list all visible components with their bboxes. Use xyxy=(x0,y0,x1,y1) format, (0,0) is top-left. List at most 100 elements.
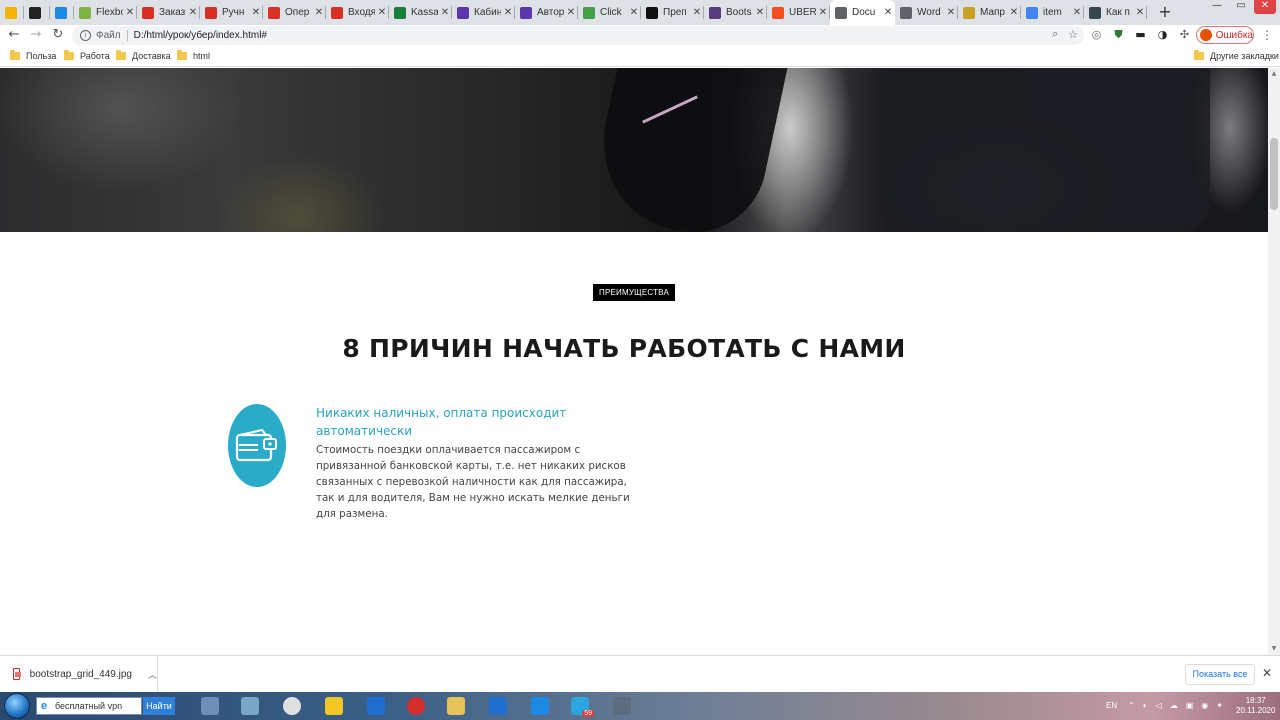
tab-close-icon[interactable]: ✕ xyxy=(564,7,578,18)
tab-close-icon[interactable]: ✕ xyxy=(312,7,326,18)
bookmark-folder[interactable]: Доставка xyxy=(116,50,171,61)
chevron-up-icon[interactable]: ︿ xyxy=(148,668,157,681)
tab[interactable]: Ручн ✕ xyxy=(200,0,263,25)
folder-icon xyxy=(64,50,74,60)
scroll-down-arrow-icon[interactable]: ▼ xyxy=(1268,643,1280,655)
tab-close-icon[interactable]: ✕ xyxy=(1133,7,1147,18)
maxthon-icon[interactable] xyxy=(484,694,512,718)
app-glyph xyxy=(531,697,549,715)
tab-close-icon[interactable]: ✕ xyxy=(627,7,641,18)
tab-close-icon[interactable]: ✕ xyxy=(816,7,830,18)
bookmark-folder[interactable]: Польза xyxy=(10,50,56,61)
taskbar-search-button[interactable]: Найти xyxy=(143,697,175,715)
tab-close-icon[interactable]: ✕ xyxy=(944,7,958,18)
tab-close-icon[interactable]: ✕ xyxy=(186,7,200,18)
tab[interactable]: Docu ✕ xyxy=(830,0,895,25)
tab[interactable]: Kassa ✕ xyxy=(389,0,452,25)
cloud-icon[interactable]: ☁ xyxy=(1170,701,1178,710)
bookmark-folder[interactable]: html xyxy=(177,50,210,61)
tab-close-icon[interactable]: ✕ xyxy=(249,7,263,18)
new-tab-button[interactable]: + xyxy=(1156,3,1174,21)
other-bookmarks[interactable]: Другие закладки xyxy=(1194,50,1279,61)
vpn-extension-icon[interactable]: ◎ xyxy=(1090,28,1103,41)
bookmark-folder[interactable]: Работа xyxy=(64,50,110,61)
puzzle-icon[interactable]: ✣ xyxy=(1178,28,1191,41)
info-icon[interactable]: i xyxy=(80,30,91,41)
notification-badge: 59 xyxy=(582,710,594,717)
tab[interactable] xyxy=(50,0,74,25)
clock[interactable]: 18:37 20.11.2020 xyxy=(1236,696,1275,716)
tab-title: Заказ xyxy=(159,7,186,18)
tab-close-icon[interactable]: ✕ xyxy=(1070,7,1084,18)
shield-extension-icon[interactable]: ⛊ xyxy=(1112,28,1125,41)
tab-title: Входя xyxy=(348,7,375,18)
minimize-button[interactable]: — xyxy=(1206,0,1228,14)
menu-kebab-icon[interactable]: ⋮ xyxy=(1261,28,1273,42)
show-all-downloads-button[interactable]: Показать все xyxy=(1185,664,1255,685)
bookmark-star-icon[interactable]: ☆ xyxy=(1068,28,1078,41)
notepad-icon[interactable] xyxy=(236,694,264,718)
tab-close-icon[interactable]: ✕ xyxy=(690,7,704,18)
language-indicator[interactable]: EN xyxy=(1106,701,1117,710)
scrollbar[interactable]: ▲ ▼ xyxy=(1268,68,1280,655)
scrollbar-thumb[interactable] xyxy=(1270,138,1278,210)
gmail-icon xyxy=(205,6,217,19)
tab[interactable]: Преп ✕ xyxy=(641,0,704,25)
start-button[interactable] xyxy=(4,693,30,719)
tab[interactable] xyxy=(24,0,50,25)
tab[interactable] xyxy=(0,0,24,25)
tab[interactable]: item ✕ xyxy=(1021,0,1084,25)
close-icon[interactable]: ✕ xyxy=(1262,666,1272,680)
tab-close-icon[interactable]: ✕ xyxy=(1007,7,1021,18)
zoom-icon[interactable]: ⌕ xyxy=(1052,28,1058,41)
avast-icon[interactable] xyxy=(320,694,348,718)
tab[interactable]: Flexbo✕ xyxy=(74,0,137,25)
tab[interactable]: Кабин ✕ xyxy=(452,0,515,25)
tab-close-icon[interactable]: ✕ xyxy=(375,7,389,18)
download-item[interactable]: bootstrap_grid_449.jpg ︿ xyxy=(0,656,158,692)
tab-close-icon[interactable]: ✕ xyxy=(438,7,452,18)
chrome-icon[interactable] xyxy=(278,694,306,718)
tab[interactable]: Как п ✕ xyxy=(1084,0,1147,25)
wallet-icon xyxy=(228,404,286,487)
tab-close-icon[interactable]: ✕ xyxy=(123,7,137,18)
file-icon[interactable] xyxy=(196,694,224,718)
back-button[interactable]: ← xyxy=(6,27,22,43)
tab-close-icon[interactable]: ✕ xyxy=(753,7,767,18)
address-bar[interactable]: i Файл D:/html/урок/убер/index.html# ⌕ ☆ xyxy=(72,26,1084,45)
app-glyph xyxy=(489,697,507,715)
volume-icon[interactable]: ◁ xyxy=(1156,701,1162,710)
address-url[interactable]: D:/html/урок/убер/index.html# xyxy=(134,30,267,41)
scroll-up-arrow-icon[interactable]: ▲ xyxy=(1268,68,1280,80)
tab[interactable]: Входя ✕ xyxy=(326,0,389,25)
tab[interactable]: Опер ✕ xyxy=(263,0,326,25)
maximize-button[interactable]: ▭ xyxy=(1230,0,1252,14)
close-window-button[interactable]: ✕ xyxy=(1254,0,1276,14)
telegram-icon[interactable]: 59 xyxy=(566,694,594,718)
vscode-icon[interactable] xyxy=(526,694,554,718)
tray-icon[interactable]: ✦ xyxy=(1216,701,1223,710)
explorer-icon[interactable] xyxy=(442,694,470,718)
tab[interactable]: Заказ ✕ xyxy=(137,0,200,25)
calculator-icon[interactable] xyxy=(608,694,636,718)
extension-icon[interactable]: ◑ xyxy=(1156,28,1169,41)
opera-icon[interactable] xyxy=(402,694,430,718)
network-icon[interactable]: ◐ xyxy=(1143,701,1148,710)
extension-icon[interactable]: ▬ xyxy=(1134,28,1147,41)
tab[interactable]: Мапр ✕ xyxy=(958,0,1021,25)
tab[interactable]: Автор ✕ xyxy=(515,0,578,25)
tab[interactable]: UBER ✕ xyxy=(767,0,830,25)
profile-error-button[interactable]: Ошибка xyxy=(1196,26,1254,44)
tab[interactable]: Click ✕ xyxy=(578,0,641,25)
reload-button[interactable]: ↻ xyxy=(50,27,66,43)
tab[interactable]: Word ✕ xyxy=(895,0,958,25)
tab-close-icon[interactable]: ✕ xyxy=(501,7,515,18)
tab[interactable]: Boots ✕ xyxy=(704,0,767,25)
chevron-up-icon[interactable]: ⌃ xyxy=(1128,701,1135,710)
tray-icon[interactable]: ▣ xyxy=(1186,701,1194,710)
forward-button[interactable]: → xyxy=(28,27,44,43)
taskbar-search-input[interactable]: бесплатный vpn xyxy=(36,697,142,715)
tray-icon[interactable]: ◉ xyxy=(1201,701,1208,710)
tab-close-icon[interactable]: ✕ xyxy=(881,7,895,18)
maxthon-icon[interactable] xyxy=(362,694,390,718)
